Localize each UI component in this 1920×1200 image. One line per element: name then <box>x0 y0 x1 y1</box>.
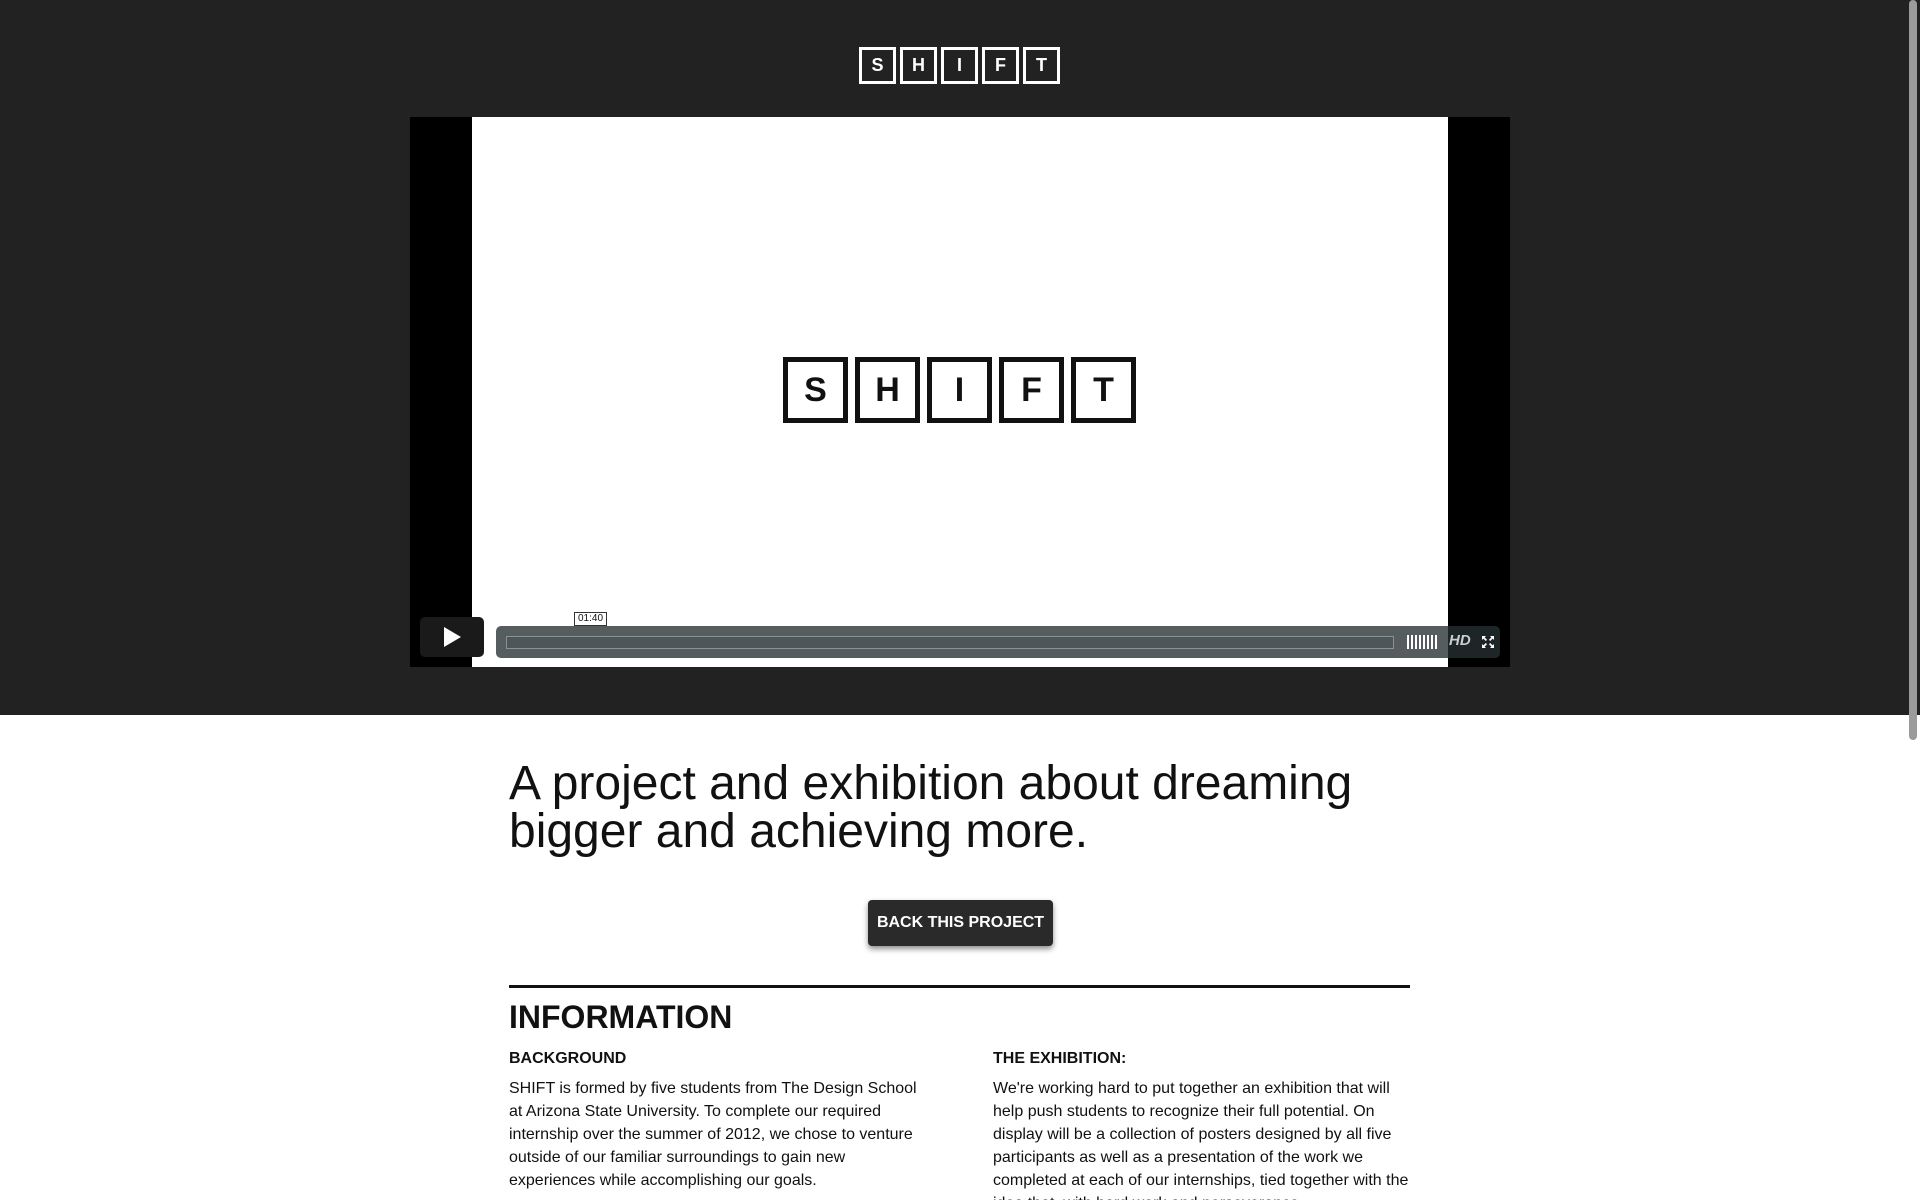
video-logo-letter-f: F <box>999 357 1064 423</box>
exhibition-text: We're working hard to put together an ex… <box>993 1080 1409 1200</box>
volume-bar <box>1435 635 1437 649</box>
background-heading: BACKGROUND <box>509 1050 627 1067</box>
section-title: INFORMATION <box>509 999 733 1035</box>
video-frame[interactable]: S H I F T <box>472 117 1448 667</box>
page-headline: A project and exhibition about dreaming … <box>509 757 1353 858</box>
background-text: SHIFT is formed by five students from Th… <box>509 1080 917 1189</box>
progress-bar[interactable] <box>506 636 1394 649</box>
video-controlbar: 01:40 HD <box>496 612 1500 658</box>
logo-letter-f: F <box>982 47 1019 84</box>
volume-icon[interactable] <box>1407 635 1443 649</box>
video-logo-letter-s: S <box>783 357 848 423</box>
page-scrollbar[interactable] <box>1909 0 1917 740</box>
video-logo-letter-h: H <box>855 357 920 423</box>
fullscreen-icon[interactable] <box>1481 635 1495 649</box>
logo-letter-i: I <box>941 47 978 84</box>
site-logo[interactable]: S H I F T <box>859 47 1060 84</box>
exhibition-heading: THE EXHIBITION: <box>993 1050 1127 1067</box>
video-logo-letter-t: T <box>1071 357 1136 423</box>
video-title-logo: S H I F T <box>783 357 1136 423</box>
time-display: 01:40 <box>574 612 608 626</box>
volume-bar <box>1411 635 1413 649</box>
section-divider <box>509 985 1410 988</box>
background-column: BACKGROUND SHIFT is formed by five stude… <box>509 1049 929 1192</box>
logo-letter-h: H <box>900 47 937 84</box>
video-player[interactable]: S H I F T 01:40 HD <box>410 117 1510 667</box>
hero-section: S H I F T S H I F T 01:40 HD <box>0 0 1920 740</box>
volume-bar <box>1419 635 1421 649</box>
exhibition-column: THE EXHIBITION: We're working hard to pu… <box>993 1049 1413 1200</box>
back-this-project-button[interactable]: BACK THIS PROJECT <box>868 900 1053 946</box>
play-button[interactable] <box>420 617 484 657</box>
volume-bar <box>1407 635 1409 649</box>
volume-bar <box>1431 635 1433 649</box>
volume-bar <box>1427 635 1429 649</box>
volume-bar <box>1415 635 1417 649</box>
volume-bar <box>1423 635 1425 649</box>
logo-letter-s: S <box>859 47 896 84</box>
play-icon <box>444 627 461 647</box>
video-logo-letter-i: I <box>927 357 992 423</box>
logo-letter-t: T <box>1023 47 1060 84</box>
hd-toggle[interactable]: HD <box>1449 632 1471 649</box>
